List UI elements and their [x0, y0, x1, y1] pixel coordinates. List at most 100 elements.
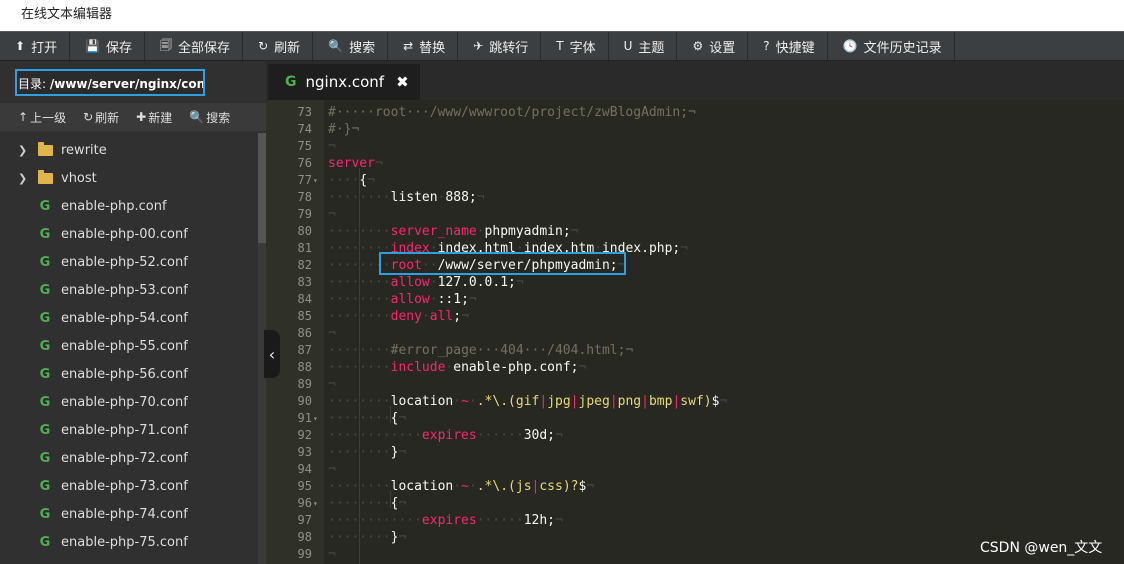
window-title-bar: 在线文本编辑器 [0, 0, 1124, 31]
toolbar-button-save-all[interactable]: 🗐 全部保存 [145, 32, 244, 60]
line-number: 73 [297, 105, 312, 119]
toolbar-button-gear[interactable]: ⚙ 设置 [677, 32, 749, 60]
code-token: ¬ [374, 156, 383, 171]
collapse-sidebar-button[interactable]: ‹ [264, 330, 280, 378]
file-sidebar: 目录: /www/server/nginx/conf ↑ 上一级 ↻ 刷新 ✚ 新建 🔍 搜索… [0, 61, 266, 564]
chevron-right-icon[interactable]: ❯ [18, 144, 34, 157]
code-line: 74 #·}¬ [266, 121, 1124, 138]
toolbar-button-history[interactable]: 🕓 文件历史记录 [828, 32, 955, 60]
toolbar-button-refresh[interactable]: ↻ 刷新 [243, 32, 314, 60]
code-token: 30d; [523, 428, 555, 443]
code-token: .*\.(js [476, 479, 532, 494]
file-item[interactable]: Genable-php-54.conf [0, 304, 258, 332]
code-token: ¬ [680, 241, 689, 256]
code-token: expires [421, 428, 477, 443]
chevron-right-icon[interactable]: ❯ [18, 172, 34, 185]
file-name: enable-php-00.conf [61, 226, 188, 242]
toolbar-button-font[interactable]: T 字体 [541, 32, 609, 60]
file-item[interactable]: Genable-php-56.conf [0, 360, 258, 388]
code-line: 94 ¬ [266, 461, 1124, 478]
code-token: bmp [648, 394, 673, 409]
file-item[interactable]: Genable-php-74.conf [0, 500, 258, 528]
file-name: rewrite [61, 142, 107, 158]
refresh-icon: ↻ [83, 110, 94, 124]
line-number: 85 [297, 309, 312, 323]
nginx-file-icon: G [39, 478, 51, 494]
file-item[interactable]: Genable-php-55.conf [0, 332, 258, 360]
code-token: 888; [445, 190, 477, 205]
code-token: ········ [328, 275, 391, 290]
code-token: server [328, 156, 375, 171]
scrollbar-thumb[interactable] [258, 133, 266, 243]
directory-path-box[interactable]: 目录: /www/server/nginx/conf [15, 69, 205, 96]
code-line: 89 ¬ [266, 376, 1124, 393]
line-number: 91 [297, 411, 312, 425]
nginx-file-icon: G [39, 422, 51, 438]
toolbar-button-upload[interactable]: ⬆ 打开 [0, 32, 71, 60]
code-text: ¬ [328, 206, 336, 223]
file-item[interactable]: Genable-php-00.conf [0, 220, 258, 248]
file-name: enable-php-74.conf [61, 506, 188, 522]
code-text: ············expires······12h;¬ [328, 512, 563, 529]
theme-icon: U [623, 39, 633, 53]
code-token: all [429, 309, 454, 324]
code-token: root [390, 258, 422, 273]
toolbar-button-theme[interactable]: U 主题 [609, 32, 678, 60]
folder-item[interactable]: ❯ rewrite [0, 136, 258, 164]
code-token: ¬ [476, 190, 485, 205]
code-token: ············ [328, 428, 422, 443]
file-item[interactable]: Genable-php-53.conf [0, 276, 258, 304]
code-text: ········index·index.html·index.htm·index… [328, 240, 688, 257]
fold-toggle-icon[interactable]: ▾ [313, 495, 318, 512]
toolbar-button-replace[interactable]: ⇄ 替换 [388, 32, 459, 60]
file-item[interactable]: Genable-php-75.conf [0, 528, 258, 556]
line-number: 90 [297, 394, 312, 408]
help-icon: ? [763, 39, 770, 53]
file-item[interactable]: Genable-php-52.conf [0, 248, 258, 276]
code-text: ········{¬ [328, 410, 406, 427]
file-item[interactable]: Genable-php-73.conf [0, 472, 258, 500]
toolbar-button-save[interactable]: 💾 保存 [70, 32, 146, 60]
toolbar-button-goto-line[interactable]: ✈ 跳转行 [458, 32, 542, 60]
code-text: ········location·~·.*\.(gif|jpg|jpeg|png… [328, 393, 727, 410]
search-icon: 🔍 [189, 110, 205, 124]
main-toolbar: ⬆ 打开 💾 保存 🗐 全部保存 ↻ 刷新 🔍 搜索 ⇄ 替换 ✈ 跳转行 T 字体 U 主题 ⚙ 设置? 快捷键 🕓 文件… [0, 31, 1124, 61]
code-token: deny [390, 309, 422, 324]
code-token: · [476, 224, 485, 239]
sidebar-tool-plus[interactable]: ✚ 新建 [136, 109, 172, 126]
sidebar-tool-search[interactable]: 🔍 搜索 [189, 109, 230, 126]
code-text: ········deny·all;¬ [328, 308, 469, 325]
file-item[interactable]: Genable-php-72.conf [0, 444, 258, 472]
sidebar-tool-arrow-up[interactable]: ↑ 上一级 [18, 109, 66, 126]
replace-icon: ⇄ [403, 39, 414, 53]
code-token: ········ [328, 530, 391, 545]
line-number: 78 [297, 190, 312, 204]
code-line: 85 ········deny·all;¬ [266, 308, 1124, 325]
file-item[interactable]: Genable-php.conf [0, 192, 258, 220]
fold-toggle-icon[interactable]: ▾ [313, 172, 318, 189]
code-token: ; [453, 309, 462, 324]
file-item[interactable]: Genable-php-70.conf [0, 388, 258, 416]
code-text: #·····root···/www/wwwroot/project/zwBlog… [328, 104, 696, 121]
fold-toggle-icon[interactable]: ▾ [313, 410, 318, 427]
code-token: expires [421, 513, 477, 528]
code-token: ········ [328, 445, 391, 460]
toolbar-button-label: 保存 [106, 40, 133, 56]
toolbar-button-label: 打开 [31, 40, 58, 56]
nginx-file-icon: G [39, 506, 51, 522]
code-token: ¬ [570, 224, 579, 239]
toolbar-button-search[interactable]: 🔍 搜索 [313, 32, 389, 60]
sidebar-tool-refresh[interactable]: ↻ 刷新 [83, 109, 119, 126]
code-line: 96 ▾ ········{¬ [266, 495, 1124, 512]
nginx-icon: G [285, 74, 297, 90]
file-item[interactable]: Genable-php-71.conf [0, 416, 258, 444]
code-token: #error_page···404···/404.html;¬ [390, 343, 634, 358]
code-line: 82 ········root··/www/server/phpmyadmin;¬ [266, 257, 1124, 274]
folder-item[interactable]: ❯ vhost [0, 164, 258, 192]
line-number: 83 [297, 275, 312, 289]
upload-icon: ⬆ [15, 39, 26, 53]
code-editor[interactable]: 73 #·····root···/www/wwwroot/project/zwBl… [266, 100, 1124, 564]
tab-nginx-conf[interactable]: G nginx.conf ✖ [268, 64, 420, 100]
toolbar-button-help[interactable]: ? 快捷键 [748, 32, 828, 60]
close-icon[interactable]: ✖ [396, 73, 409, 91]
